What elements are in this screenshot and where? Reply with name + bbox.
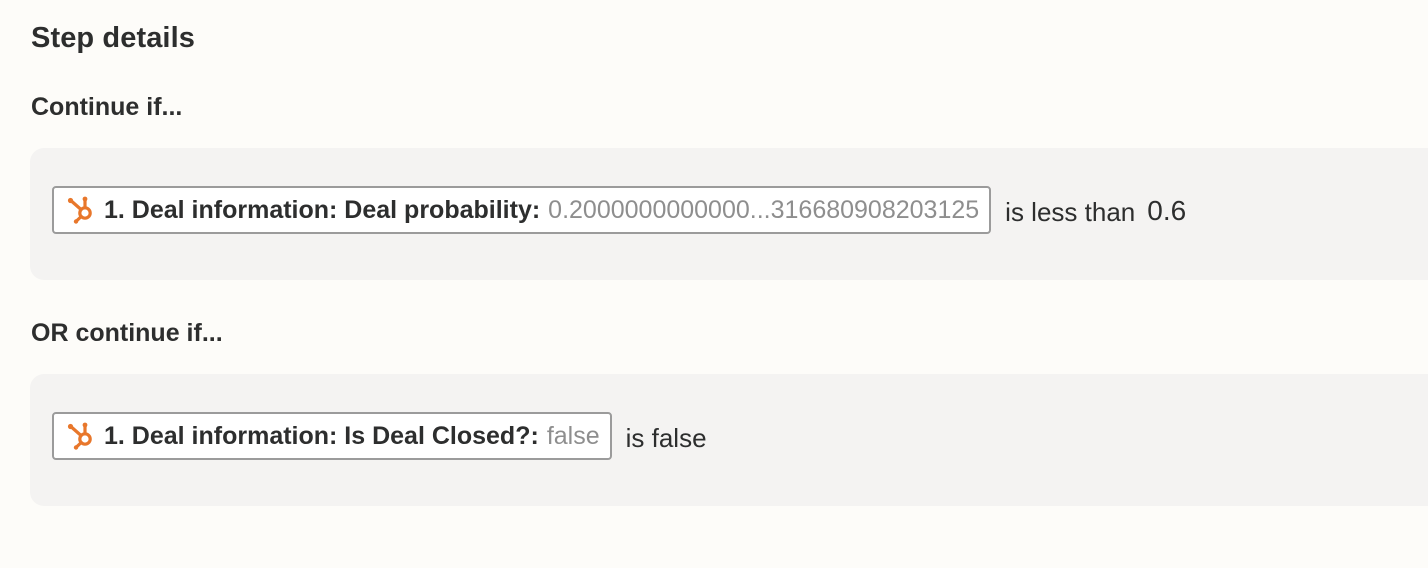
- group-label-or-continue-if: OR continue if...: [31, 319, 223, 347]
- condition-row: 1. Deal information: Deal probability: 0…: [52, 186, 1186, 234]
- step-details-panel: Step details Continue if... 1. Deal info…: [0, 0, 1428, 568]
- field-pill-is-deal-closed[interactable]: 1. Deal information: Is Deal Closed?: fa…: [52, 412, 612, 460]
- hubspot-icon: [64, 420, 96, 452]
- field-name: 1. Deal information: Deal probability:: [104, 195, 541, 224]
- condition-operator[interactable]: is false: [626, 423, 707, 454]
- field-name: 1. Deal information: Is Deal Closed?:: [104, 421, 539, 450]
- field-pill-deal-probability[interactable]: 1. Deal information: Deal probability: 0…: [52, 186, 992, 234]
- condition-operator[interactable]: is less than: [1005, 197, 1135, 228]
- hubspot-icon: [64, 194, 96, 226]
- condition-row: 1. Deal information: Is Deal Closed?: fa…: [52, 412, 707, 460]
- group-label-continue-if: Continue if...: [31, 93, 183, 121]
- condition-group-1: 1. Deal information: Deal probability: 0…: [30, 148, 1428, 280]
- field-sample-value: false: [546, 421, 600, 450]
- page-title: Step details: [31, 22, 195, 54]
- condition-group-2: 1. Deal information: Is Deal Closed?: fa…: [30, 374, 1428, 506]
- field-sample-value: 0.2000000000000...316680908203125: [548, 195, 980, 224]
- condition-compare-value[interactable]: 0.6: [1147, 195, 1186, 227]
